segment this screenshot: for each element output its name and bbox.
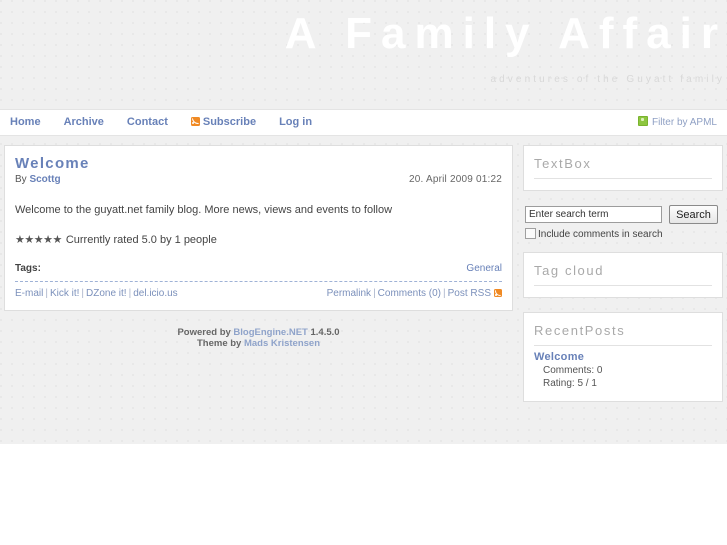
- email-post-link[interactable]: E-mail: [15, 288, 43, 299]
- widget-textbox: TextBox: [523, 145, 723, 191]
- blogengine-link[interactable]: BlogEngine.NET: [233, 327, 307, 338]
- post-rss-link[interactable]: Post RSS: [448, 288, 491, 299]
- recent-post-rating: Rating: 5 / 1: [543, 378, 597, 389]
- theme-by-label: Theme by: [196, 338, 242, 349]
- nav-item-home[interactable]: Home: [10, 110, 41, 135]
- widget-tagcloud: Tag cloud: [523, 252, 723, 298]
- separator: |: [45, 288, 48, 299]
- dzone-it-link[interactable]: DZone it!: [86, 288, 127, 299]
- nav-links: Home Archive Contact Subscribe Log in: [10, 110, 312, 135]
- include-comments-label[interactable]: Include comments in search: [538, 229, 663, 240]
- sidebar: TextBox Search Include comments in searc…: [523, 145, 723, 416]
- post-footer: E-mail | Kick it! | DZone it! | del.icio.us Pe…: [15, 288, 502, 302]
- separator: |: [373, 288, 376, 299]
- main-column: Welcome By Scottg 20. April 2009 01:22 W…: [4, 145, 513, 349]
- list-item: Welcome Comments: 0 Rating: 5 / 1: [534, 350, 712, 390]
- widget-search: Search Include comments in search: [523, 205, 723, 240]
- widget-rule: [534, 285, 712, 286]
- nav-item-label: Home: [10, 116, 41, 128]
- tag-list: General: [466, 263, 502, 274]
- widget-rule: [534, 345, 712, 346]
- delicious-link[interactable]: del.icio.us: [133, 288, 177, 299]
- page-background: A Family Affair adventures of the Guyatt…: [0, 0, 727, 444]
- nav-item-subscribe[interactable]: Subscribe: [190, 110, 257, 135]
- comments-link[interactable]: Comments (0): [378, 288, 441, 299]
- nav-item-archive[interactable]: Archive: [64, 110, 104, 135]
- widget-rule: [534, 178, 712, 179]
- rss-icon[interactable]: [494, 289, 502, 297]
- nav-item-label: Contact: [126, 116, 168, 128]
- nav-item-label: Log in: [279, 116, 313, 128]
- apml-icon: [637, 116, 648, 126]
- search-input[interactable]: [525, 206, 662, 223]
- theme-author-link[interactable]: Mads Kristensen: [244, 338, 320, 349]
- recent-post-title[interactable]: Welcome: [534, 350, 712, 364]
- permalink-link[interactable]: Permalink: [327, 288, 371, 299]
- blogengine-version: 1.4.5.0: [310, 327, 340, 338]
- post-rating[interactable]: ★★★★★ Currently rated 5.0 by 1 people: [15, 233, 502, 247]
- blog-title[interactable]: A Family Affair: [285, 8, 727, 60]
- post-author-link[interactable]: Scottg: [29, 174, 60, 185]
- search-button[interactable]: Search: [669, 205, 718, 224]
- blog-subtitle: adventures of the Guyatt family: [490, 74, 725, 85]
- post-tags: Tags: General: [15, 263, 502, 277]
- nav-item-label: Subscribe: [202, 116, 257, 128]
- star-rating-icon[interactable]: ★★★★★: [15, 234, 62, 246]
- powered-by-line: Powered by BlogEngine.NET 1.4.5.0: [4, 327, 513, 338]
- kick-it-link[interactable]: Kick it!: [50, 288, 79, 299]
- search-options: Include comments in search: [525, 228, 723, 240]
- nav-item-label: Archive: [63, 116, 104, 128]
- post-title[interactable]: Welcome: [15, 155, 502, 172]
- widget-title: RecentPosts: [534, 323, 626, 338]
- powered-by-label: Powered by: [177, 327, 231, 338]
- apml-label: Filter by APML: [651, 117, 717, 128]
- separator: |: [443, 288, 446, 299]
- widget-title: Tag cloud: [534, 263, 605, 278]
- blog-post: Welcome By Scottg 20. April 2009 01:22 W…: [4, 145, 513, 311]
- filter-by-apml-link[interactable]: Filter by APML: [637, 110, 717, 135]
- post-author-label: By: [15, 174, 27, 185]
- tag-link-general[interactable]: General: [466, 263, 502, 274]
- nav-item-contact[interactable]: Contact: [127, 110, 168, 135]
- site-credits: Powered by BlogEngine.NET 1.4.5.0 Theme …: [4, 327, 513, 349]
- recent-posts-list: Welcome Comments: 0 Rating: 5 / 1: [534, 350, 712, 390]
- main-navigation: Home Archive Contact Subscribe Log in Filter…: [0, 109, 727, 136]
- theme-by-line: Theme by Mads Kristensen: [4, 338, 513, 349]
- recent-post-comments: Comments: 0: [543, 365, 603, 376]
- post-divider: [15, 281, 502, 282]
- widget-title: TextBox: [534, 156, 592, 171]
- widget-recentposts: RecentPosts Welcome Comments: 0 Rating: …: [523, 312, 723, 402]
- post-date: 20. April 2009 01:22: [409, 174, 502, 185]
- post-footer-right: Permalink | Comments (0) | Post RSS: [327, 288, 502, 299]
- post-meta: By Scottg 20. April 2009 01:22: [15, 174, 502, 188]
- nav-item-login[interactable]: Log in: [279, 110, 312, 135]
- search-row: Search: [525, 205, 723, 224]
- rss-icon: [190, 117, 200, 126]
- post-body: Welcome to the guyatt.net family blog. M…: [15, 204, 393, 216]
- tags-label: Tags:: [15, 263, 41, 274]
- site-header: A Family Affair adventures of the Guyatt…: [0, 0, 727, 109]
- post-rating-text: Currently rated 5.0 by 1 people: [65, 234, 217, 246]
- include-comments-checkbox[interactable]: [525, 228, 536, 239]
